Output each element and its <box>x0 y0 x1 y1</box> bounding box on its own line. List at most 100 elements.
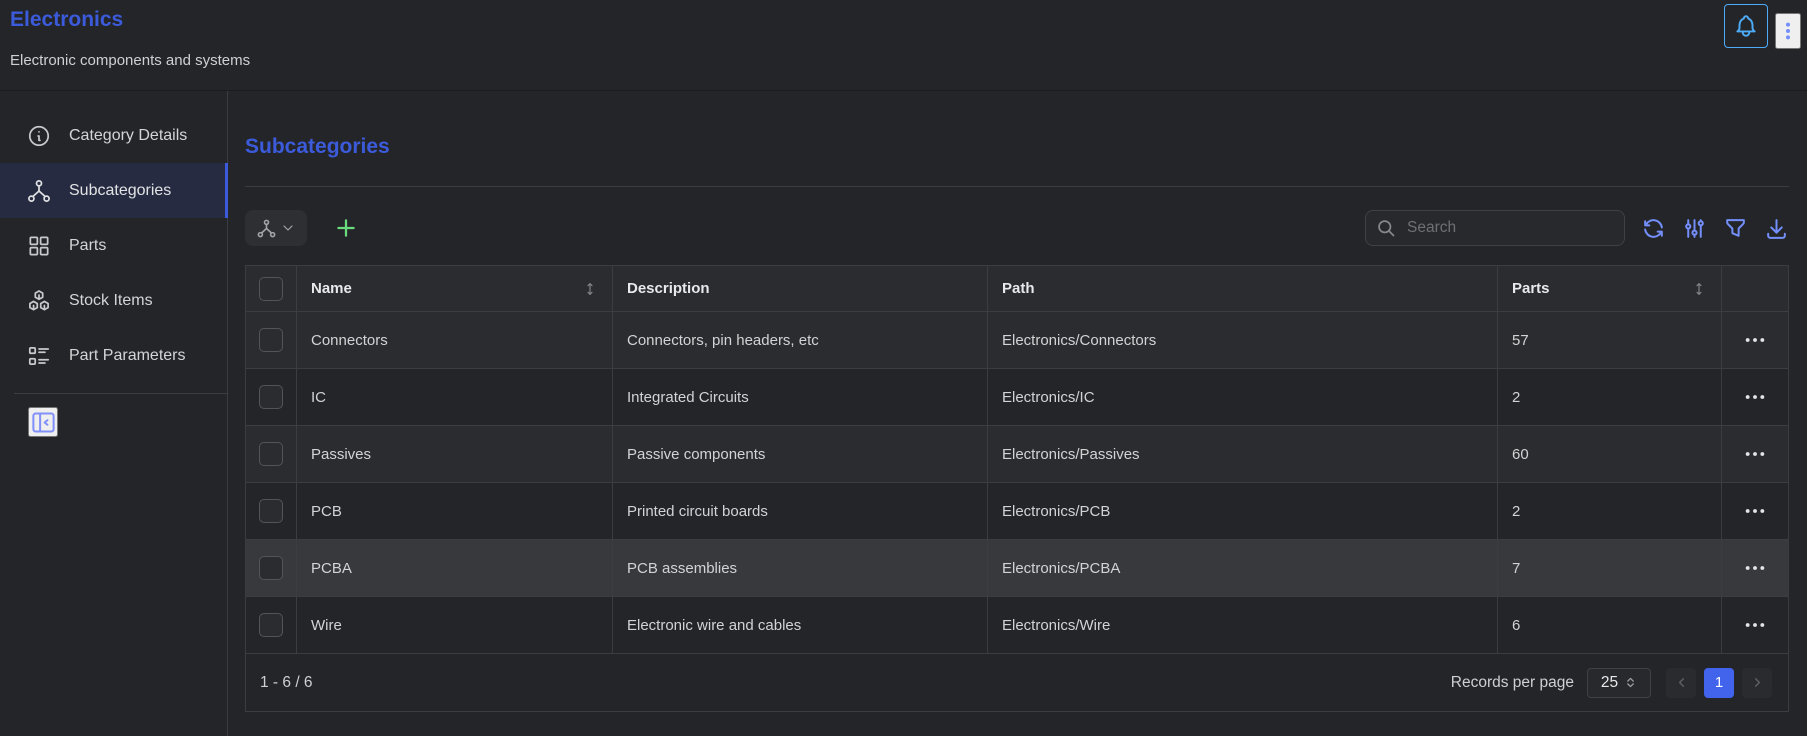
row-checkbox[interactable] <box>259 499 283 523</box>
row-checkbox[interactable] <box>259 556 283 580</box>
cell-actions <box>1722 312 1788 369</box>
column-header-name[interactable]: Name <box>297 266 613 312</box>
table-row[interactable]: PCBAPCB assembliesElectronics/PCBA7 <box>246 540 1788 597</box>
page-subtitle: Electronic components and systems <box>10 52 250 69</box>
records-per-page-label: Records per page <box>1451 674 1574 692</box>
row-select-cell <box>246 540 297 597</box>
cell-actions <box>1722 369 1788 426</box>
prev-page-button[interactable] <box>1666 668 1696 698</box>
row-menu-button[interactable] <box>1740 331 1770 349</box>
dots-horizontal-icon <box>1744 449 1766 459</box>
row-menu-button[interactable] <box>1740 559 1770 577</box>
sidebar-collapse-icon <box>30 409 57 436</box>
chevron-down-icon <box>280 220 296 236</box>
cell-actions <box>1722 540 1788 597</box>
adjustments-icon <box>1682 216 1707 241</box>
sidebar-item-label: Category Details <box>69 127 187 145</box>
row-menu-button[interactable] <box>1740 388 1770 406</box>
filter-button[interactable] <box>1723 216 1748 241</box>
column-header-parts[interactable]: Parts <box>1498 266 1722 312</box>
info-circle-icon <box>26 123 52 149</box>
cell-actions <box>1722 483 1788 540</box>
page-header: Electronics Electronic components and sy… <box>0 0 1807 91</box>
table-toolbar <box>245 210 1789 246</box>
packages-icon <box>26 288 52 314</box>
menu-button[interactable] <box>1775 13 1801 49</box>
sidebar-item-part-parameters[interactable]: Part Parameters <box>0 328 227 383</box>
search-input[interactable] <box>1405 218 1614 238</box>
cell-actions <box>1722 597 1788 654</box>
table-header-row: Name Description Path Parts <box>246 266 1788 312</box>
row-select-cell <box>246 483 297 540</box>
cell-path: Electronics/PCBA <box>988 540 1498 597</box>
next-page-button[interactable] <box>1742 668 1772 698</box>
cell-path: Electronics/PCB <box>988 483 1498 540</box>
table-row[interactable]: ICIntegrated CircuitsElectronics/IC2 <box>246 369 1788 426</box>
row-menu-button[interactable] <box>1740 445 1770 463</box>
cell-path: Electronics/Wire <box>988 597 1498 654</box>
row-checkbox[interactable] <box>259 328 283 352</box>
download-button[interactable] <box>1764 216 1789 241</box>
sidebar-item-category-details[interactable]: Category Details <box>0 108 227 163</box>
column-header-actions <box>1722 266 1788 312</box>
refresh-button[interactable] <box>1641 216 1666 241</box>
content-panel: Subcategories <box>228 91 1807 736</box>
dots-horizontal-icon <box>1744 620 1766 630</box>
sort-icon[interactable] <box>1691 281 1707 297</box>
sort-icon[interactable] <box>582 281 598 297</box>
table-row[interactable]: WireElectronic wire and cablesElectronic… <box>246 597 1788 654</box>
sidebar-collapse-button[interactable] <box>28 407 58 437</box>
row-select-cell <box>246 597 297 654</box>
cell-name: Wire <box>297 597 613 654</box>
sidebar-item-label: Subcategories <box>69 182 171 200</box>
sitemap-icon <box>256 218 277 239</box>
refresh-icon <box>1641 216 1666 241</box>
cell-parts: 2 <box>1498 369 1722 426</box>
cell-description: PCB assemblies <box>613 540 988 597</box>
cell-description: Electronic wire and cables <box>613 597 988 654</box>
record-range-text: 1 - 6 / 6 <box>260 674 313 692</box>
sidebar-item-parts[interactable]: Parts <box>0 218 227 273</box>
records-per-page-select[interactable]: 25 <box>1587 668 1651 698</box>
sidebar-divider <box>14 393 227 394</box>
row-select-cell <box>246 426 297 483</box>
sidebar-item-label: Parts <box>69 237 106 255</box>
sitemap-icon <box>26 178 52 204</box>
filter-icon <box>1723 216 1748 241</box>
sidebar-item-label: Stock Items <box>69 292 153 310</box>
cell-name: Passives <box>297 426 613 483</box>
dots-vertical-icon <box>1777 16 1799 46</box>
tree-view-button[interactable] <box>245 210 307 246</box>
sidebar-item-stock-items[interactable]: Stock Items <box>0 273 227 328</box>
table-row[interactable]: PassivesPassive componentsElectronics/Pa… <box>246 426 1788 483</box>
cell-actions <box>1722 426 1788 483</box>
page-1-button[interactable]: 1 <box>1704 668 1734 698</box>
grid-icon <box>26 233 52 259</box>
select-all-checkbox[interactable] <box>259 277 283 301</box>
row-menu-button[interactable] <box>1740 502 1770 520</box>
cell-name: PCBA <box>297 540 613 597</box>
table-settings-button[interactable] <box>1682 216 1707 241</box>
add-subcategory-button[interactable] <box>333 215 359 241</box>
cell-description: Passive components <box>613 426 988 483</box>
table-row[interactable]: PCBPrinted circuit boardsElectronics/PCB… <box>246 483 1788 540</box>
cell-parts: 7 <box>1498 540 1722 597</box>
cell-name: Connectors <box>297 312 613 369</box>
table-row[interactable]: ConnectorsConnectors, pin headers, etcEl… <box>246 312 1788 369</box>
dots-horizontal-icon <box>1744 335 1766 345</box>
sidebar-item-subcategories[interactable]: Subcategories <box>0 163 227 218</box>
row-checkbox[interactable] <box>259 442 283 466</box>
chevron-right-icon <box>1750 675 1765 690</box>
plus-icon <box>333 215 359 241</box>
row-select-cell <box>246 312 297 369</box>
notifications-button[interactable] <box>1724 4 1768 48</box>
row-checkbox[interactable] <box>259 385 283 409</box>
sidebar: Category Details Subcategories Parts Stock … <box>0 91 228 736</box>
row-checkbox[interactable] <box>259 613 283 637</box>
section-heading: Subcategories <box>245 135 1789 159</box>
download-icon <box>1764 216 1789 241</box>
cell-description: Integrated Circuits <box>613 369 988 426</box>
row-menu-button[interactable] <box>1740 616 1770 634</box>
sidebar-item-label: Part Parameters <box>69 347 185 365</box>
cell-name: IC <box>297 369 613 426</box>
